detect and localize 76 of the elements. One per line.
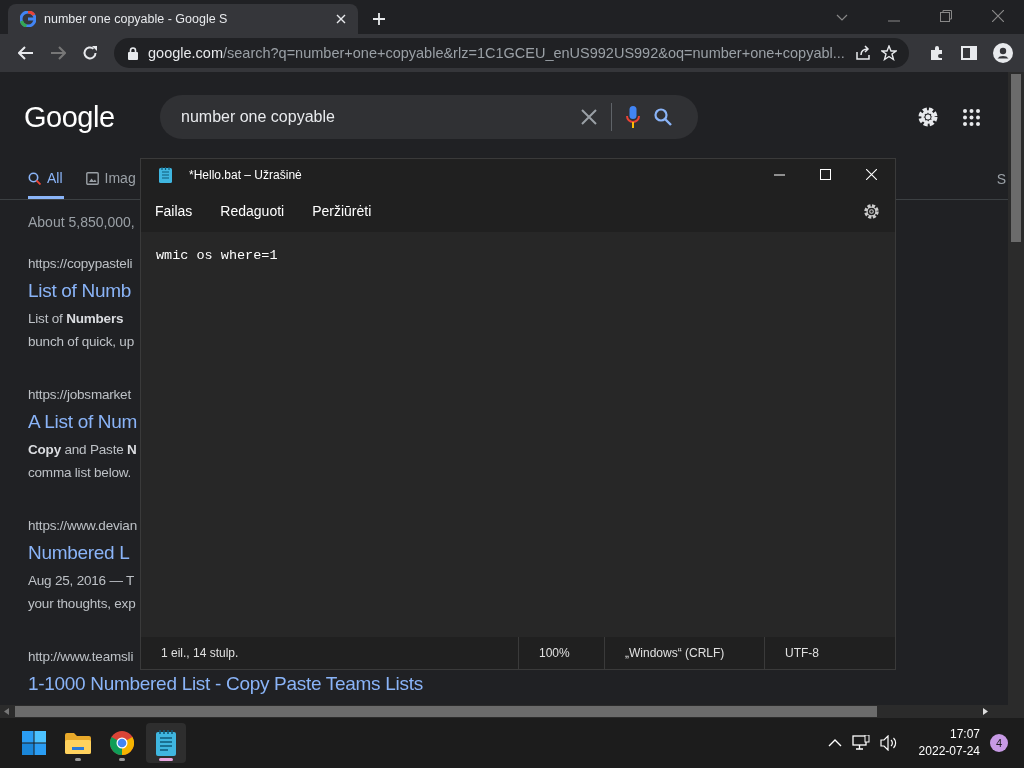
side-panel-icon[interactable] [960, 46, 977, 60]
result-snippet: Aug 25, 2016 — T [28, 571, 135, 590]
tab-title: number one copyable - Google S [44, 12, 229, 26]
editor-text: wmic os where=1 [156, 248, 279, 263]
settings-icon[interactable] [864, 203, 879, 219]
search-query: number one copyable [181, 108, 335, 126]
restore-icon[interactable] [940, 10, 952, 22]
folder-icon [65, 732, 91, 754]
chevron-up-icon[interactable] [827, 739, 842, 747]
plus-icon[interactable] [372, 12, 386, 26]
url-path: /search?q=number+one+copyable&rlz=1C1GCEU_enUS992US992&oq=number+one+copyabl... [222, 45, 845, 61]
star-icon[interactable] [880, 45, 897, 61]
share-icon[interactable] [854, 45, 871, 61]
search-tab[interactable]: Imag [85, 170, 137, 199]
google-g-icon [20, 11, 36, 27]
forward-arrow-icon[interactable] [50, 46, 66, 60]
result-title-link[interactable]: List of Numb [28, 281, 132, 302]
scrollbar-thumb[interactable] [1011, 74, 1021, 242]
result-title-link[interactable]: Numbered L [28, 542, 130, 564]
horizontal-scrollbar[interactable] [0, 705, 1024, 718]
clock-date[interactable]: 2022-07-24 [918, 743, 980, 760]
notepad-icon [156, 730, 176, 756]
scroll-left-icon[interactable] [4, 708, 9, 715]
result-title-link[interactable]: 1-1000 Numbered List - Copy Paste Teams Lists [28, 673, 423, 695]
back-arrow-icon[interactable] [18, 46, 34, 60]
status-text: UTF-8 [764, 637, 895, 669]
network-icon[interactable] [851, 735, 870, 751]
apps-grid-icon[interactable] [963, 108, 980, 126]
vertical-scrollbar[interactable] [1008, 72, 1024, 705]
maximize-icon[interactable] [820, 169, 831, 180]
status-text: 100% [518, 637, 604, 669]
result-snippet: Copy and Paste N [28, 440, 137, 459]
menu-item[interactable]: Redaguoti [220, 203, 285, 219]
result-url: https://copypasteli [28, 256, 133, 271]
url-domain: google.com [148, 45, 223, 61]
search-tab[interactable]: All [28, 170, 64, 199]
status-text: „Windows“ (CRLF) [604, 637, 764, 669]
menu-item[interactable]: Peržiūrėti [312, 203, 372, 219]
result-title-link[interactable]: A List of Num [28, 411, 138, 433]
address-bar[interactable]: google.com/search?q=number+one+copyable&rlz=1C1GCEU_enUS992US992&oq=number+one+copyabl... [114, 38, 909, 68]
chevron-down-icon[interactable] [836, 14, 848, 22]
result-url: https://www.devian [28, 517, 137, 533]
search-field[interactable]: number one copyable [160, 95, 698, 139]
image-icon [85, 171, 99, 185]
result-snippet: comma list below. [28, 463, 132, 482]
microphone-icon[interactable] [626, 106, 640, 128]
menu-item[interactable]: Failas [155, 203, 193, 219]
scroll-right-icon[interactable] [983, 708, 988, 715]
puzzle-piece-icon[interactable] [928, 45, 945, 61]
windows-logo-icon [22, 731, 46, 755]
search-icon [28, 171, 41, 185]
browser-tab[interactable]: number one copyable - Google S [8, 4, 358, 34]
scrollbar-thumb[interactable] [15, 706, 877, 717]
search-icon[interactable] [654, 108, 672, 126]
window-title: *Hello.bat – Užrašinė [189, 167, 302, 182]
google-logo[interactable]: Google [24, 100, 160, 134]
notepad-icon [159, 166, 172, 183]
clock-time[interactable]: 17:07 [918, 726, 980, 743]
search-tab[interactable]: S [996, 171, 1006, 199]
volume-icon[interactable] [879, 735, 898, 751]
reload-icon[interactable] [82, 45, 98, 61]
result-snippet: your thoughts, exp [28, 594, 136, 613]
notification-badge[interactable]: 4 [990, 734, 1008, 752]
chrome-logo-icon [110, 731, 134, 755]
result-snippet: bunch of quick, up [28, 332, 134, 351]
result-url: https://jobsmarket [28, 386, 131, 402]
lock-icon [128, 46, 138, 60]
result-url: http://www.teamsli [28, 648, 134, 664]
settings-icon[interactable] [917, 106, 939, 128]
clear-icon[interactable] [581, 109, 597, 125]
result-stats: About 5,850,000, [28, 214, 136, 230]
text-editor[interactable]: wmic os where=1 [141, 232, 895, 637]
status-text: 1 eil., 14 stulp. [160, 645, 240, 662]
profile-avatar-icon[interactable] [992, 43, 1013, 63]
result-snippet: List of Numbers [28, 309, 124, 328]
taskbar-app[interactable] [146, 723, 186, 763]
